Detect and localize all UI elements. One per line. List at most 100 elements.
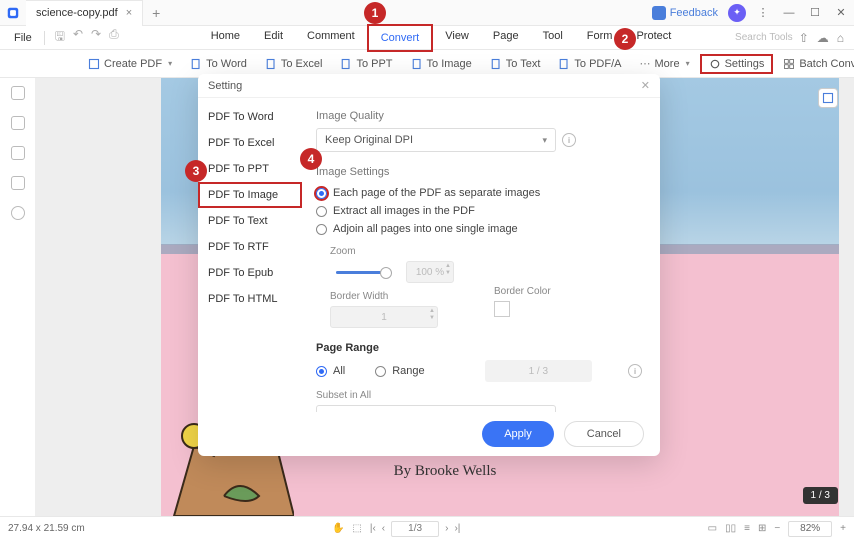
sidebar-pdf-to-html[interactable]: PDF To HTML [198,286,302,312]
subset-select[interactable]: All pages [316,405,556,412]
subset-label: Subset in All [316,390,642,401]
minimize-button[interactable]: — [776,0,802,26]
close-window-button[interactable]: ✕ [828,0,854,26]
batch-convert-button[interactable]: Batch Convert [775,55,854,73]
document-tab[interactable]: science-copy.pdf × [26,0,143,26]
page-indicator-badge: 1 / 3 [803,487,838,504]
redo-icon[interactable]: ↷ [91,27,101,48]
option-extract-images[interactable]: Extract all images in the PDF [316,202,642,220]
zoom-label: Zoom [330,246,454,257]
callout-3: 3 [185,160,207,182]
tab-view[interactable]: View [433,24,481,52]
maximize-button[interactable]: ☐ [802,0,828,26]
two-page-icon[interactable]: ▯▯ [725,523,736,534]
radio-icon[interactable] [316,224,327,235]
kebab-icon[interactable]: ⋮ [750,0,776,26]
print-icon[interactable]: ⎙ [109,27,119,48]
tab-edit[interactable]: Edit [252,24,295,52]
zoom-level-input[interactable]: 82% [788,521,832,537]
image-settings-label: Image Settings [316,166,642,178]
create-pdf-button[interactable]: Create PDF▾ [80,55,180,73]
zoom-value-box[interactable]: 100 %▲▼ [406,261,454,283]
page-number-input[interactable]: 1/3 [391,521,439,537]
close-tab-icon[interactable]: × [126,7,132,19]
page-range-range[interactable]: Range [375,362,424,380]
zoom-slider[interactable] [336,271,392,274]
select-tool-icon[interactable]: ⬚ [352,523,361,534]
file-menu[interactable]: File [6,32,40,44]
home-icon[interactable]: ⌂ [837,31,844,45]
border-color-swatch[interactable] [494,301,510,317]
image-quality-label: Image Quality [316,110,642,122]
page-range-all[interactable]: All [316,362,345,380]
option-each-page[interactable]: Each page of the PDF as separate images [316,184,642,202]
search-tools-input[interactable]: Search Tools [735,32,793,43]
sidebar-pdf-to-text[interactable]: PDF To Text [198,208,302,234]
document-byline: By Brooke Wells [394,463,497,480]
comments-icon[interactable] [11,146,25,160]
prev-page-icon[interactable]: ‹ [382,523,385,534]
continuous-icon[interactable]: ≡ [744,523,750,534]
border-color-label: Border Color [494,286,551,297]
page-range-input[interactable]: 1 / 3 [485,360,592,382]
sidebar-pdf-to-image[interactable]: PDF To Image [198,182,302,208]
feedback-button[interactable]: Feedback [652,6,718,20]
radio-icon[interactable] [316,206,327,217]
radio-icon[interactable] [316,188,327,199]
settings-button[interactable]: Settings [700,54,774,74]
to-ppt-button[interactable]: To PPT [332,55,400,73]
last-page-icon[interactable]: ›| [454,523,460,534]
more-button[interactable]: ⋯More▾ [632,54,698,73]
hand-tool-icon[interactable]: ✋ [332,523,344,534]
next-page-icon[interactable]: › [445,523,448,534]
to-image-button[interactable]: To Image [403,55,480,73]
fit-width-icon[interactable]: ⊞ [758,523,766,534]
radio-icon[interactable] [375,366,386,377]
callout-4: 4 [300,148,322,170]
user-avatar[interactable]: ✦ [728,4,746,22]
dialog-close-icon[interactable]: ✕ [641,79,650,92]
apply-button[interactable]: Apply [482,421,554,447]
tab-tool[interactable]: Tool [531,24,575,52]
tab-page[interactable]: Page [481,24,531,52]
sidebar-pdf-to-epub[interactable]: PDF To Epub [198,260,302,286]
sidebar-pdf-to-ppt[interactable]: PDF To PPT [198,156,302,182]
page-float-button[interactable] [818,88,838,108]
first-page-icon[interactable]: |‹ [370,523,376,534]
tab-home[interactable]: Home [199,24,252,52]
attachments-icon[interactable] [11,176,25,190]
sidebar-pdf-to-rtf[interactable]: PDF To RTF [198,234,302,260]
page-navigation: |‹ ‹ 1/3 › ›| [370,521,461,537]
undo-icon[interactable]: ↶ [73,27,83,48]
callout-2: 2 [614,28,636,50]
radio-icon[interactable] [316,366,327,377]
single-page-icon[interactable]: ▭ [708,523,717,534]
bookmarks-icon[interactable] [11,116,25,130]
cloud-icon[interactable]: ☁ [817,31,829,45]
left-sidebar [0,78,36,516]
tab-convert[interactable]: Convert [367,24,434,52]
sidebar-pdf-to-word[interactable]: PDF To Word [198,104,302,130]
sidebar-pdf-to-excel[interactable]: PDF To Excel [198,130,302,156]
to-pdfa-button[interactable]: To PDF/A [550,55,629,73]
to-word-button[interactable]: To Word [182,55,255,73]
save-icon[interactable]: 🖫 [55,27,65,48]
border-width-box[interactable]: 1▲▼ [330,306,438,328]
dialog-footer: Apply Cancel [198,412,660,456]
zoom-in-icon[interactable]: + [840,523,846,534]
to-excel-button[interactable]: To Excel [257,55,331,73]
zoom-out-icon[interactable]: − [774,523,780,534]
cancel-button[interactable]: Cancel [564,421,644,447]
page-range-heading: Page Range [316,342,642,354]
info-icon[interactable]: i [628,364,642,378]
search-panel-icon[interactable] [11,206,25,220]
tab-comment[interactable]: Comment [295,24,367,52]
option-adjoin-pages[interactable]: Adjoin all pages into one single image [316,220,642,238]
quick-access: 🖫 ↶ ↷ ⎙ [55,27,119,48]
new-tab-button[interactable]: + [143,5,169,21]
share-icon[interactable]: ⇧ [799,31,809,45]
info-icon[interactable]: i [562,133,576,147]
thumbnails-icon[interactable] [11,86,25,100]
to-text-button[interactable]: To Text [482,55,549,73]
image-quality-select[interactable]: Keep Original DPI [316,128,556,152]
